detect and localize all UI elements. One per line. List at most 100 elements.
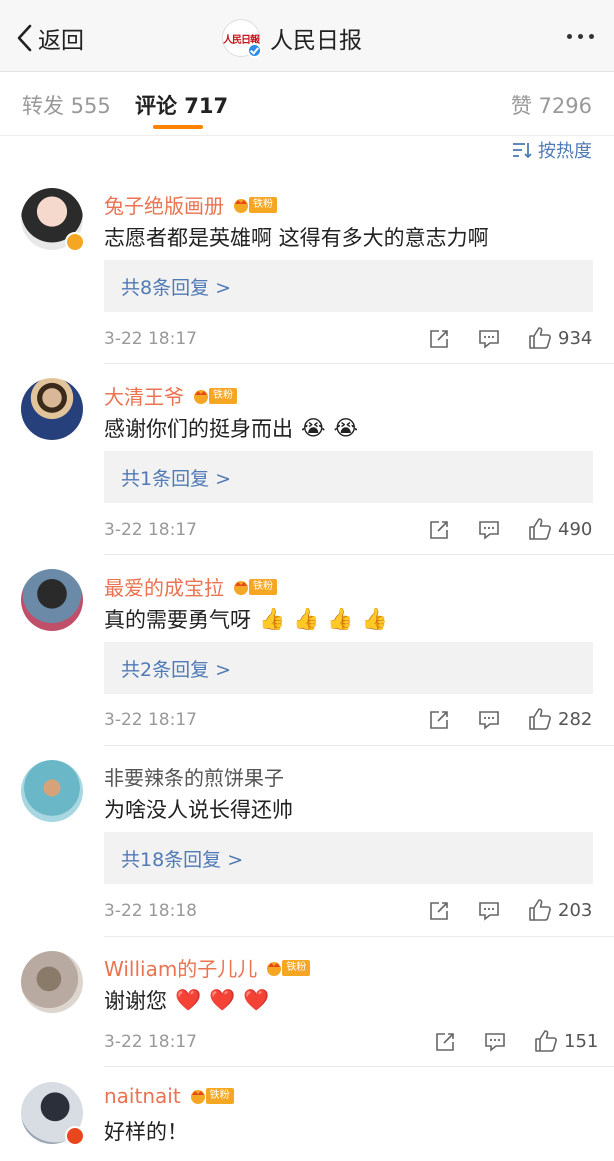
thumbs-up-emoji-icon: 👍 bbox=[259, 606, 286, 631]
username[interactable]: 兔子绝版画册 bbox=[104, 190, 224, 219]
reply-count-label: 共1条回复 > bbox=[121, 468, 232, 490]
share-icon[interactable] bbox=[434, 1032, 456, 1052]
fan-badge-label: 铁粉 bbox=[249, 578, 277, 595]
timestamp: 3-22 18:17 bbox=[104, 1032, 197, 1052]
view-replies-button[interactable]: 共18条回复 > bbox=[104, 832, 593, 884]
divider bbox=[104, 745, 614, 746]
divider bbox=[104, 363, 614, 364]
comment-icon[interactable] bbox=[484, 1032, 506, 1052]
fan-badge: 铁粉 bbox=[230, 578, 277, 596]
thumbs-up-icon bbox=[529, 327, 551, 349]
chevron-left-icon bbox=[17, 24, 32, 52]
active-tab-indicator bbox=[153, 125, 203, 129]
verified-badge-icon bbox=[247, 43, 262, 58]
crying-emoji-icon: 😭 bbox=[301, 416, 326, 440]
thumbs-up-emoji-icon: 👍 bbox=[327, 606, 354, 631]
account-logo: 人民日報 bbox=[222, 19, 262, 58]
like-button[interactable]: 151 bbox=[534, 1029, 598, 1053]
comment-icon[interactable] bbox=[478, 520, 500, 540]
thumbs-up-icon bbox=[535, 1030, 557, 1052]
share-icon[interactable] bbox=[428, 710, 450, 730]
thumbs-up-emoji-icon: 👍 bbox=[361, 606, 388, 631]
heart-emoji-icon: ❤️ bbox=[243, 987, 270, 1012]
heart-emoji-icon: ❤️ bbox=[175, 987, 202, 1012]
fan-badge: 铁粉 bbox=[190, 387, 237, 405]
comment-icon[interactable] bbox=[478, 710, 500, 730]
share-icon[interactable] bbox=[428, 329, 450, 349]
avatar[interactable] bbox=[21, 569, 83, 631]
avatar[interactable] bbox=[21, 378, 83, 440]
username[interactable]: naitnait bbox=[104, 1084, 181, 1108]
heart-emoji-icon: ❤️ bbox=[209, 987, 236, 1012]
like-count: 151 bbox=[564, 1030, 599, 1052]
back-label: 返回 bbox=[38, 28, 84, 54]
comment-text: 好样的！ bbox=[104, 1120, 188, 1144]
thumbs-up-icon bbox=[529, 518, 551, 540]
comment-text: 为啥没人说长得还帅 bbox=[104, 798, 293, 822]
top-navigation-bar: 返回 人民日報 人民日报 bbox=[0, 0, 614, 72]
reply-count-label: 共8条回复 > bbox=[121, 277, 232, 299]
divider bbox=[104, 1066, 614, 1067]
like-count: 490 bbox=[558, 518, 593, 540]
sort-button[interactable]: 按热度 bbox=[512, 136, 592, 164]
view-replies-button[interactable]: 共2条回复 > bbox=[104, 642, 593, 694]
comment-text: 谢谢您 bbox=[104, 989, 167, 1013]
avatar[interactable] bbox=[21, 188, 85, 252]
fan-badge-label: 铁粉 bbox=[205, 1088, 234, 1104]
avatar[interactable] bbox=[21, 760, 83, 822]
share-icon[interactable] bbox=[428, 901, 450, 921]
comment-icon[interactable] bbox=[478, 329, 500, 349]
thumbs-up-emoji-icon: 👍 bbox=[293, 606, 320, 631]
reply-count-label: 共2条回复 > bbox=[121, 659, 232, 681]
divider bbox=[104, 936, 614, 937]
username[interactable]: 大清王爷 bbox=[104, 381, 184, 410]
view-replies-button[interactable]: 共1条回复 > bbox=[104, 451, 593, 503]
thumbs-up-icon bbox=[529, 899, 551, 921]
divider bbox=[104, 554, 614, 555]
username[interactable]: 最爱的成宝拉 bbox=[104, 572, 224, 601]
view-replies-button[interactable]: 共8条回复 > bbox=[104, 260, 593, 312]
fan-badge-label: 铁粉 bbox=[209, 387, 237, 404]
comment-icon[interactable] bbox=[478, 901, 500, 921]
username[interactable]: 非要辣条的煎饼果子 bbox=[104, 762, 284, 791]
like-button[interactable]: 934 bbox=[528, 326, 592, 350]
more-dot-icon bbox=[589, 34, 594, 39]
thumbs-up-icon bbox=[529, 708, 551, 730]
timestamp: 3-22 18:18 bbox=[104, 901, 197, 921]
fan-badge: 铁粉 bbox=[263, 959, 311, 977]
verified-badge-icon bbox=[65, 232, 85, 252]
comment-text: 真的需要勇气呀 bbox=[104, 608, 251, 632]
sort-icon bbox=[513, 143, 532, 159]
fan-badge: 铁粉 bbox=[187, 1087, 234, 1105]
tab-bar: 转发 555 评论 717 赞 7296 bbox=[0, 72, 614, 136]
avatar[interactable] bbox=[21, 951, 83, 1013]
sort-label: 按热度 bbox=[538, 141, 592, 162]
like-button[interactable]: 282 bbox=[528, 707, 592, 731]
comment-text: 志愿者都是英雄啊 这得有多大的意志力啊 bbox=[104, 226, 489, 250]
like-button[interactable]: 490 bbox=[528, 517, 592, 541]
avatar[interactable] bbox=[21, 1082, 85, 1146]
page-title: 人民日报 bbox=[270, 28, 362, 54]
comment-text: 感谢你们的挺身而出 bbox=[104, 417, 293, 441]
like-count: 282 bbox=[558, 708, 593, 730]
more-dot-icon bbox=[578, 34, 583, 39]
crying-emoji-icon: 😭 bbox=[333, 416, 359, 440]
username[interactable]: William的子儿儿 bbox=[104, 953, 257, 982]
share-icon[interactable] bbox=[428, 520, 450, 540]
fan-badge-label: 铁粉 bbox=[282, 959, 311, 976]
more-options-button[interactable] bbox=[567, 34, 594, 39]
fan-badge-label: 铁粉 bbox=[249, 196, 277, 213]
like-count: 203 bbox=[558, 899, 593, 921]
tab-repost[interactable]: 转发 555 bbox=[22, 90, 111, 120]
account-title[interactable]: 人民日報 人民日报 bbox=[222, 18, 362, 58]
more-dot-icon bbox=[567, 34, 572, 39]
tab-likes[interactable]: 赞 7296 bbox=[511, 90, 592, 120]
timestamp: 3-22 18:17 bbox=[104, 520, 197, 540]
verified-badge-icon bbox=[65, 1126, 85, 1146]
timestamp: 3-22 18:17 bbox=[104, 329, 197, 349]
like-button[interactable]: 203 bbox=[528, 898, 592, 922]
tab-comments[interactable]: 评论 717 bbox=[135, 90, 228, 120]
back-button[interactable]: 返回 bbox=[14, 20, 84, 56]
reply-count-label: 共18条回复 > bbox=[121, 849, 244, 871]
like-count: 934 bbox=[558, 327, 593, 349]
